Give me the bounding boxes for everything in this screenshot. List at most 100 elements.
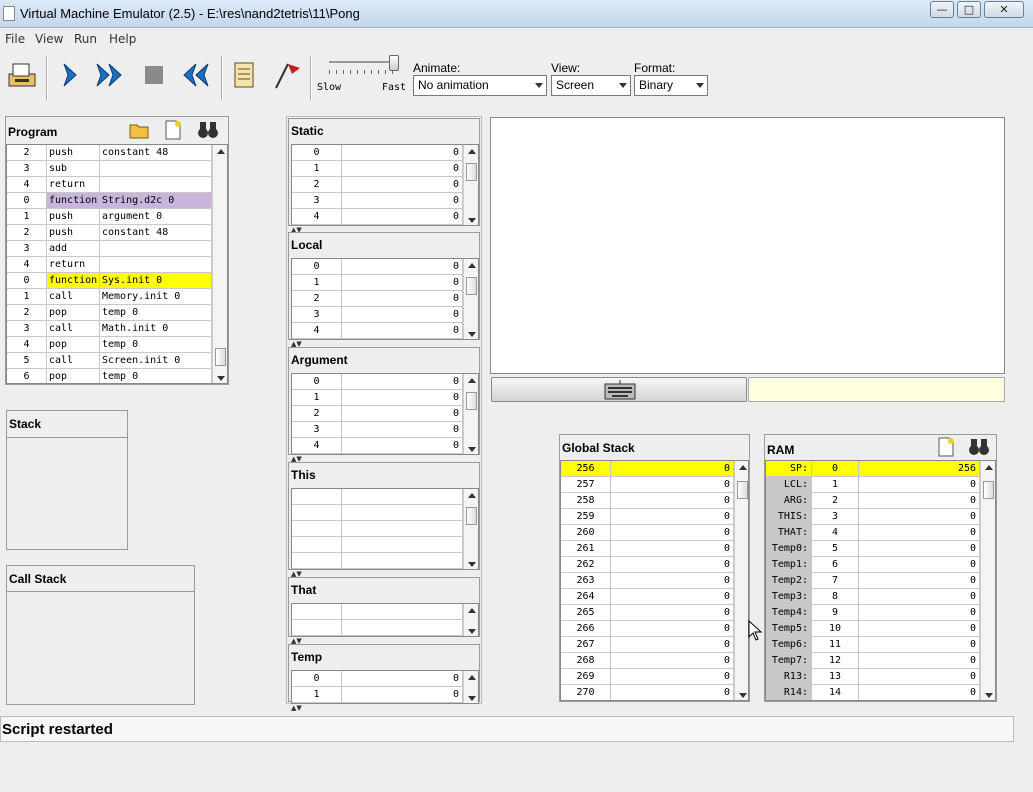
- this-row[interactable]: [292, 537, 478, 553]
- scroll-up-icon[interactable]: [739, 465, 747, 470]
- argument-value[interactable]: 0: [342, 438, 463, 453]
- temp-row[interactable]: 10: [292, 687, 478, 703]
- program-row[interactable]: 2 push constant 48: [7, 225, 227, 241]
- new-file-icon[interactable]: [937, 437, 955, 457]
- local-scrollbar[interactable]: [463, 259, 478, 339]
- scroll-up-icon[interactable]: [468, 149, 476, 154]
- global-stack-row[interactable]: 267 0: [561, 637, 748, 653]
- scroll-up-icon[interactable]: [468, 675, 476, 680]
- program-row[interactable]: 1 push argument 0: [7, 209, 227, 225]
- global-stack-row[interactable]: 262 0: [561, 557, 748, 573]
- static-value[interactable]: 0: [342, 177, 463, 192]
- scroll-down-icon[interactable]: [985, 693, 993, 698]
- static-row[interactable]: 00: [292, 145, 478, 161]
- program-row[interactable]: 3 sub: [7, 161, 227, 177]
- global-stack-value[interactable]: 0: [611, 461, 734, 476]
- ram-value[interactable]: 0: [859, 653, 980, 668]
- that-row[interactable]: [292, 620, 478, 636]
- program-row[interactable]: 6 pop temp 0: [7, 369, 227, 383]
- this-scrollbar[interactable]: [463, 489, 478, 569]
- scroll-thumb[interactable]: [466, 277, 477, 295]
- global-stack-value[interactable]: 0: [611, 573, 734, 588]
- ram-row[interactable]: ARG: 2 0: [766, 493, 995, 509]
- stop-icon[interactable]: [137, 58, 171, 92]
- global-stack-row[interactable]: 269 0: [561, 669, 748, 685]
- ram-value[interactable]: 0: [859, 685, 980, 700]
- program-row[interactable]: 2 pop temp 0: [7, 305, 227, 321]
- program-row[interactable]: 5 call Screen.init 0: [7, 353, 227, 369]
- ram-scrollbar[interactable]: [980, 461, 995, 700]
- ram-value[interactable]: 0: [859, 509, 980, 524]
- global-stack-row[interactable]: 264 0: [561, 589, 748, 605]
- argument-row[interactable]: 30: [292, 422, 478, 438]
- static-value[interactable]: 0: [342, 193, 463, 208]
- global-stack-value[interactable]: 0: [611, 605, 734, 620]
- program-row[interactable]: 1 call Memory.init 0: [7, 289, 227, 305]
- static-value[interactable]: 0: [342, 209, 463, 224]
- ram-value[interactable]: 0: [859, 557, 980, 572]
- this-value[interactable]: [342, 537, 463, 552]
- local-row[interactable]: 40: [292, 323, 478, 339]
- global-stack-value[interactable]: 0: [611, 653, 734, 668]
- global-stack-value[interactable]: 0: [611, 685, 734, 700]
- local-value[interactable]: 0: [342, 275, 463, 290]
- ram-row[interactable]: Temp7: 12 0: [766, 653, 995, 669]
- scroll-down-icon[interactable]: [468, 218, 476, 223]
- temp-grid[interactable]: 0010: [291, 670, 479, 704]
- local-grid[interactable]: 0010203040: [291, 258, 479, 340]
- global-stack-row[interactable]: 268 0: [561, 653, 748, 669]
- static-row[interactable]: 10: [292, 161, 478, 177]
- global-stack-row[interactable]: 257 0: [561, 477, 748, 493]
- global-stack-row[interactable]: 265 0: [561, 605, 748, 621]
- ram-value[interactable]: 0: [859, 573, 980, 588]
- binoculars-icon[interactable]: [197, 121, 219, 139]
- ram-value[interactable]: 0: [859, 525, 980, 540]
- argument-value[interactable]: 0: [342, 422, 463, 437]
- temp-value[interactable]: 0: [342, 671, 463, 686]
- ram-value[interactable]: 0: [859, 589, 980, 604]
- scroll-thumb[interactable]: [466, 507, 477, 525]
- ram-row[interactable]: Temp1: 6 0: [766, 557, 995, 573]
- speed-slider-thumb[interactable]: [389, 55, 399, 71]
- scroll-thumb[interactable]: [983, 481, 994, 499]
- this-value[interactable]: [342, 489, 463, 504]
- static-row[interactable]: 30: [292, 193, 478, 209]
- this-grid[interactable]: [291, 488, 479, 570]
- argument-value[interactable]: 0: [342, 390, 463, 405]
- global-stack-row[interactable]: 270 0: [561, 685, 748, 700]
- scroll-up-icon[interactable]: [217, 149, 225, 154]
- this-row[interactable]: [292, 521, 478, 537]
- global-stack-row[interactable]: 258 0: [561, 493, 748, 509]
- script-icon[interactable]: [227, 58, 261, 92]
- keyboard-button[interactable]: [491, 377, 747, 402]
- global-stack-row[interactable]: 263 0: [561, 573, 748, 589]
- ram-row[interactable]: THAT: 4 0: [766, 525, 995, 541]
- program-row[interactable]: 3 add: [7, 241, 227, 257]
- that-grid[interactable]: [291, 603, 479, 637]
- scroll-thumb[interactable]: [737, 481, 748, 499]
- program-row[interactable]: 4 return: [7, 177, 227, 193]
- global-stack-value[interactable]: 0: [611, 509, 734, 524]
- open-folder-icon[interactable]: [129, 121, 149, 139]
- ram-row[interactable]: R14: 14 0: [766, 685, 995, 700]
- static-value[interactable]: 0: [342, 145, 463, 160]
- single-step-icon[interactable]: [54, 58, 88, 92]
- static-scrollbar[interactable]: [463, 145, 478, 225]
- scroll-down-icon[interactable]: [739, 693, 747, 698]
- global-stack-value[interactable]: 0: [611, 541, 734, 556]
- scroll-down-icon[interactable]: [217, 376, 225, 381]
- ram-row[interactable]: Temp5: 10 0: [766, 621, 995, 637]
- that-value[interactable]: [342, 620, 463, 635]
- argument-row[interactable]: 00: [292, 374, 478, 390]
- scroll-up-icon[interactable]: [985, 465, 993, 470]
- ram-row[interactable]: THIS: 3 0: [766, 509, 995, 525]
- this-value[interactable]: [342, 521, 463, 536]
- load-program-icon[interactable]: [5, 58, 39, 92]
- argument-value[interactable]: 0: [342, 374, 463, 389]
- ram-value[interactable]: 0: [859, 669, 980, 684]
- minimize-button[interactable]: —: [930, 1, 954, 18]
- ram-row[interactable]: R13: 13 0: [766, 669, 995, 685]
- that-scrollbar[interactable]: [463, 604, 478, 636]
- scroll-down-icon[interactable]: [468, 562, 476, 567]
- that-value[interactable]: [342, 604, 463, 619]
